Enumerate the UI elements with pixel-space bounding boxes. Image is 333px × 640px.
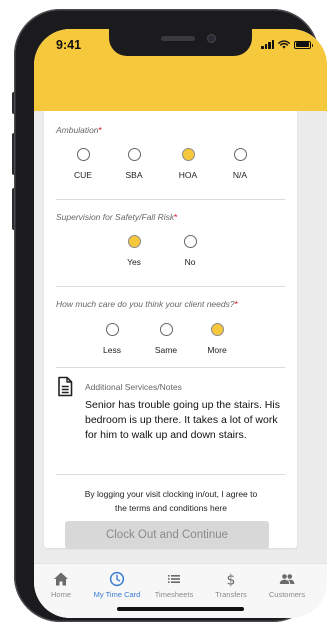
ambulation-option-na[interactable]: N/A: [218, 148, 262, 180]
care-needs-label: How much care do you think your client n…: [56, 299, 238, 309]
visit-form-card: Ambulation* CUE SBA HOA N/A Supervision …: [44, 111, 297, 549]
care-option-less[interactable]: Less: [90, 323, 134, 355]
home-icon: [54, 572, 68, 586]
care-option-more[interactable]: More: [195, 323, 239, 355]
divider: [56, 199, 285, 200]
dollar-icon: $: [227, 573, 236, 588]
speaker: [161, 36, 195, 41]
battery-icon: [294, 40, 313, 49]
tab-my-time-card[interactable]: My Time Card: [90, 564, 144, 599]
radio-no[interactable]: [183, 235, 197, 248]
notes-text[interactable]: Senior has trouble going up the stairs. …: [85, 398, 291, 443]
phone-frame: 9:41 Ambulation* CUE SBA HOA N/A Supervi…: [14, 9, 327, 622]
clock-icon: [109, 571, 125, 587]
status-icons: [261, 40, 313, 49]
divider: [56, 474, 285, 475]
people-icon: [279, 574, 295, 584]
home-indicator: [117, 607, 244, 611]
ambulation-label: Ambulation*: [56, 125, 102, 135]
ambulation-option-hoa[interactable]: HOA: [166, 148, 210, 180]
ambulation-option-cue[interactable]: CUE: [61, 148, 105, 180]
radio-less[interactable]: [105, 323, 119, 336]
notch: [109, 29, 252, 56]
radio-cue[interactable]: [76, 148, 90, 161]
tab-home[interactable]: Home: [34, 564, 88, 599]
front-camera: [207, 34, 216, 43]
screen: 9:41 Ambulation* CUE SBA HOA N/A Supervi…: [34, 29, 327, 618]
terms-text[interactable]: By logging your visit clocking in/out, I…: [74, 487, 268, 515]
wifi-icon: [278, 40, 290, 49]
radio-same[interactable]: [159, 323, 173, 336]
tab-customers[interactable]: Customers: [260, 564, 314, 599]
care-option-same[interactable]: Same: [144, 323, 188, 355]
radio-yes[interactable]: [127, 235, 141, 248]
radio-na[interactable]: [233, 148, 247, 161]
divider: [56, 367, 285, 368]
notes-title: Additional Services/Notes: [85, 382, 182, 392]
ambulation-option-sba[interactable]: SBA: [112, 148, 156, 180]
supervision-option-no[interactable]: No: [168, 235, 212, 267]
tab-transfers[interactable]: $ Transfers: [204, 564, 258, 600]
tab-timesheets[interactable]: Timesheets: [147, 564, 201, 599]
document-icon: [58, 376, 73, 397]
supervision-label: Supervision for Safety/Fall Risk*: [56, 212, 178, 222]
list-icon: [168, 575, 180, 583]
signal-icon: [261, 40, 274, 49]
supervision-option-yes[interactable]: Yes: [112, 235, 156, 267]
status-time: 9:41: [56, 38, 82, 52]
divider: [56, 286, 285, 287]
radio-hoa[interactable]: [181, 148, 195, 161]
svg-text:$: $: [227, 573, 236, 588]
radio-more[interactable]: [210, 323, 224, 336]
clock-out-button[interactable]: Clock Out and Continue: [65, 521, 269, 549]
radio-sba[interactable]: [127, 148, 141, 161]
